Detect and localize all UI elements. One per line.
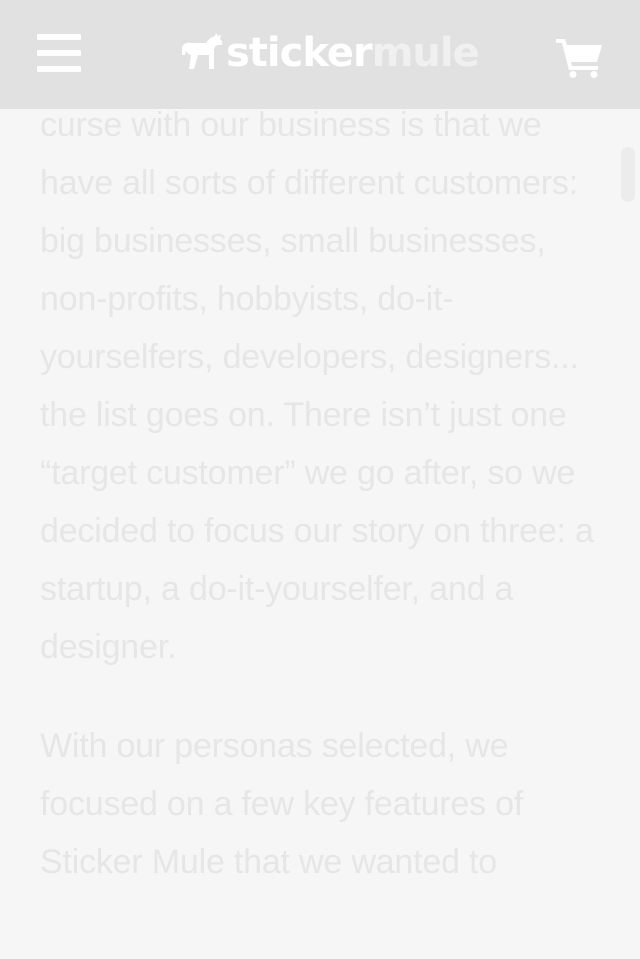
- logo-wordmark: stickermule: [226, 30, 480, 76]
- shopping-cart-icon[interactable]: [556, 36, 604, 78]
- article-body: curse with our business is that we have …: [40, 96, 602, 891]
- scrollbar-thumb[interactable]: [621, 147, 635, 202]
- menu-bar-top: [37, 34, 81, 40]
- top-header: stickermule: [0, 0, 640, 109]
- article-paragraph: With our personas selected, we focused o…: [40, 727, 524, 881]
- logo-word-sticker: sticker: [226, 30, 373, 76]
- hamburger-menu-icon[interactable]: [37, 34, 81, 72]
- mule-logo-icon: [182, 33, 223, 69]
- stickermule-logo[interactable]: stickermule: [180, 28, 480, 78]
- menu-bar-middle: [37, 50, 81, 56]
- logo-word-mule: mule: [371, 30, 480, 76]
- page: stickermule curse with our business is t…: [0, 0, 640, 959]
- article-paragraph: curse with our business is that we have …: [40, 106, 594, 666]
- menu-bar-bottom: [37, 66, 81, 72]
